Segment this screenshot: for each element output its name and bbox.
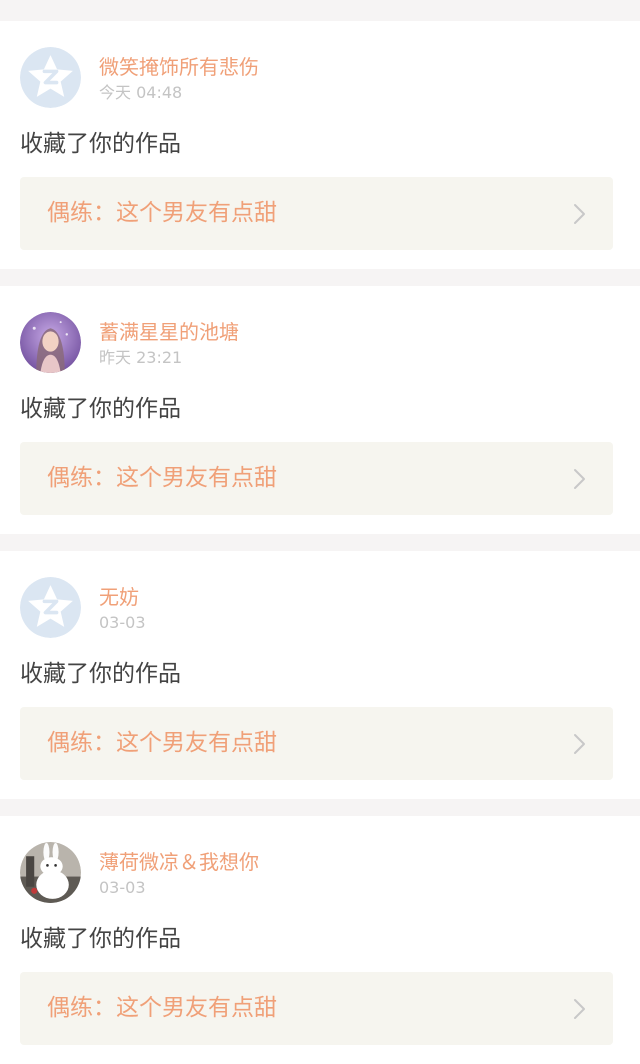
notification-card: 无妨 03-03 收藏了你的作品 偶练：这个男友有点甜 (0, 551, 640, 799)
timestamp: 03-03 (99, 613, 146, 632)
work-title: 偶练：这个男友有点甜 (47, 730, 277, 756)
work-title: 偶练：这个男友有点甜 (47, 200, 277, 226)
work-title: 偶练：这个男友有点甜 (47, 465, 277, 491)
username[interactable]: 微笑掩饰所有悲伤 (99, 55, 259, 79)
notification-feed: 微笑掩饰所有悲伤 今天 04:48 收藏了你的作品 偶练：这个男友有点甜 蓄满星… (0, 0, 640, 1064)
avatar[interactable] (20, 577, 81, 638)
avatar[interactable] (20, 47, 81, 108)
notification-card: 薄荷微凉＆我想你 03-03 收藏了你的作品 偶练：这个男友有点甜 (0, 816, 640, 1064)
work-title: 偶练：这个男友有点甜 (47, 995, 277, 1021)
chevron-right-icon (573, 733, 587, 755)
chevron-right-icon (573, 998, 587, 1020)
action-text: 收藏了你的作品 (20, 926, 181, 952)
user-photo-avatar-icon (20, 312, 81, 373)
action-text: 收藏了你的作品 (20, 396, 181, 422)
username[interactable]: 蓄满星星的池塘 (99, 320, 239, 344)
avatar[interactable] (20, 312, 81, 373)
username[interactable]: 薄荷微凉＆我想你 (99, 850, 259, 874)
notification-card: 蓄满星星的池塘 昨天 23:21 收藏了你的作品 偶练：这个男友有点甜 (0, 286, 640, 534)
default-avatar-star-icon (20, 47, 81, 108)
default-avatar-star-icon (20, 577, 81, 638)
work-link[interactable]: 偶练：这个男友有点甜 (20, 442, 613, 515)
chevron-right-icon (573, 468, 587, 490)
work-link[interactable]: 偶练：这个男友有点甜 (20, 177, 613, 250)
work-link[interactable]: 偶练：这个男友有点甜 (20, 707, 613, 780)
action-text: 收藏了你的作品 (20, 131, 181, 157)
rabbit-photo-avatar-icon (20, 842, 81, 903)
username[interactable]: 无妨 (99, 585, 139, 609)
action-text: 收藏了你的作品 (20, 661, 181, 687)
timestamp: 今天 04:48 (99, 83, 183, 102)
timestamp: 03-03 (99, 878, 146, 897)
work-link[interactable]: 偶练：这个男友有点甜 (20, 972, 613, 1045)
notification-card: 微笑掩饰所有悲伤 今天 04:48 收藏了你的作品 偶练：这个男友有点甜 (0, 21, 640, 269)
chevron-right-icon (573, 203, 587, 225)
avatar[interactable] (20, 842, 81, 903)
timestamp: 昨天 23:21 (99, 348, 183, 367)
